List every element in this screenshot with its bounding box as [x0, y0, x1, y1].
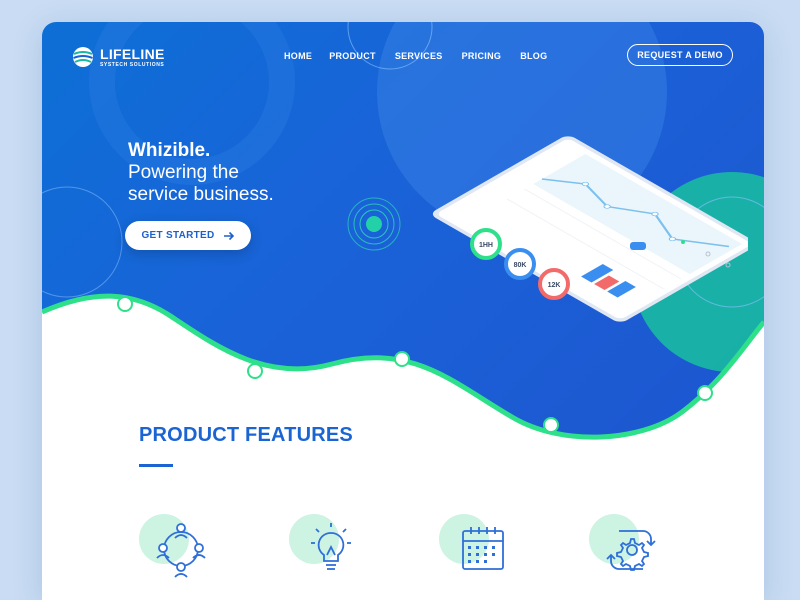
get-started-label: GET STARTED — [141, 230, 215, 241]
feature-process[interactable] — [589, 514, 669, 594]
hero-brand: Whizible. — [128, 140, 211, 161]
gauge-2-label: 80K — [514, 262, 527, 269]
gauge-1: 1HH — [470, 228, 502, 260]
lightbulb-icon — [311, 523, 351, 570]
product-features-title: PRODUCT FEATURES — [139, 424, 353, 446]
nav-pricing[interactable]: PRICING — [462, 51, 502, 61]
team-icon — [156, 523, 206, 578]
brand-tagline: SYSTECH SOLUTIONS — [100, 61, 165, 68]
gauge-1-label: 1HH — [479, 242, 493, 249]
main-nav: HOME PRODUCT SERVICES PRICING BLOG — [284, 51, 547, 61]
hero-headline: Whizible. Powering the service business. — [128, 140, 274, 206]
hero-section: LIFELINE SYSTECH SOLUTIONS HOME PRODUCT … — [42, 22, 764, 442]
title-underline — [139, 464, 173, 467]
get-started-button[interactable]: GET STARTED — [125, 221, 251, 250]
page-frame: LIFELINE SYSTECH SOLUTIONS HOME PRODUCT … — [42, 22, 764, 600]
dashboard-tablet-illustration: 1HH 80K 12K — [432, 136, 748, 322]
feature-calendar[interactable] — [439, 514, 519, 594]
nav-home[interactable]: HOME — [284, 51, 312, 61]
hero-tagline-2: service business. — [128, 184, 274, 205]
request-demo-button[interactable]: REQUEST A DEMO — [627, 44, 733, 66]
gauge-3: 12K — [538, 268, 570, 300]
globe-logo-icon — [73, 47, 93, 67]
calendar-icon — [462, 527, 504, 570]
nav-product[interactable]: PRODUCT — [329, 51, 376, 61]
gauge-3-label: 12K — [548, 282, 561, 289]
hero-tagline-1: Powering the — [128, 162, 239, 183]
logo[interactable]: LIFELINE SYSTECH SOLUTIONS — [72, 46, 165, 68]
gauge-2: 80K — [504, 248, 536, 280]
brand-name: LIFELINE — [100, 45, 165, 62]
nav-services[interactable]: SERVICES — [395, 51, 443, 61]
gear-cycle-icon — [606, 530, 656, 571]
arrow-right-icon — [223, 231, 234, 240]
feature-team[interactable] — [139, 514, 219, 594]
nav-blog[interactable]: BLOG — [520, 51, 547, 61]
feature-ideas[interactable] — [289, 514, 369, 594]
